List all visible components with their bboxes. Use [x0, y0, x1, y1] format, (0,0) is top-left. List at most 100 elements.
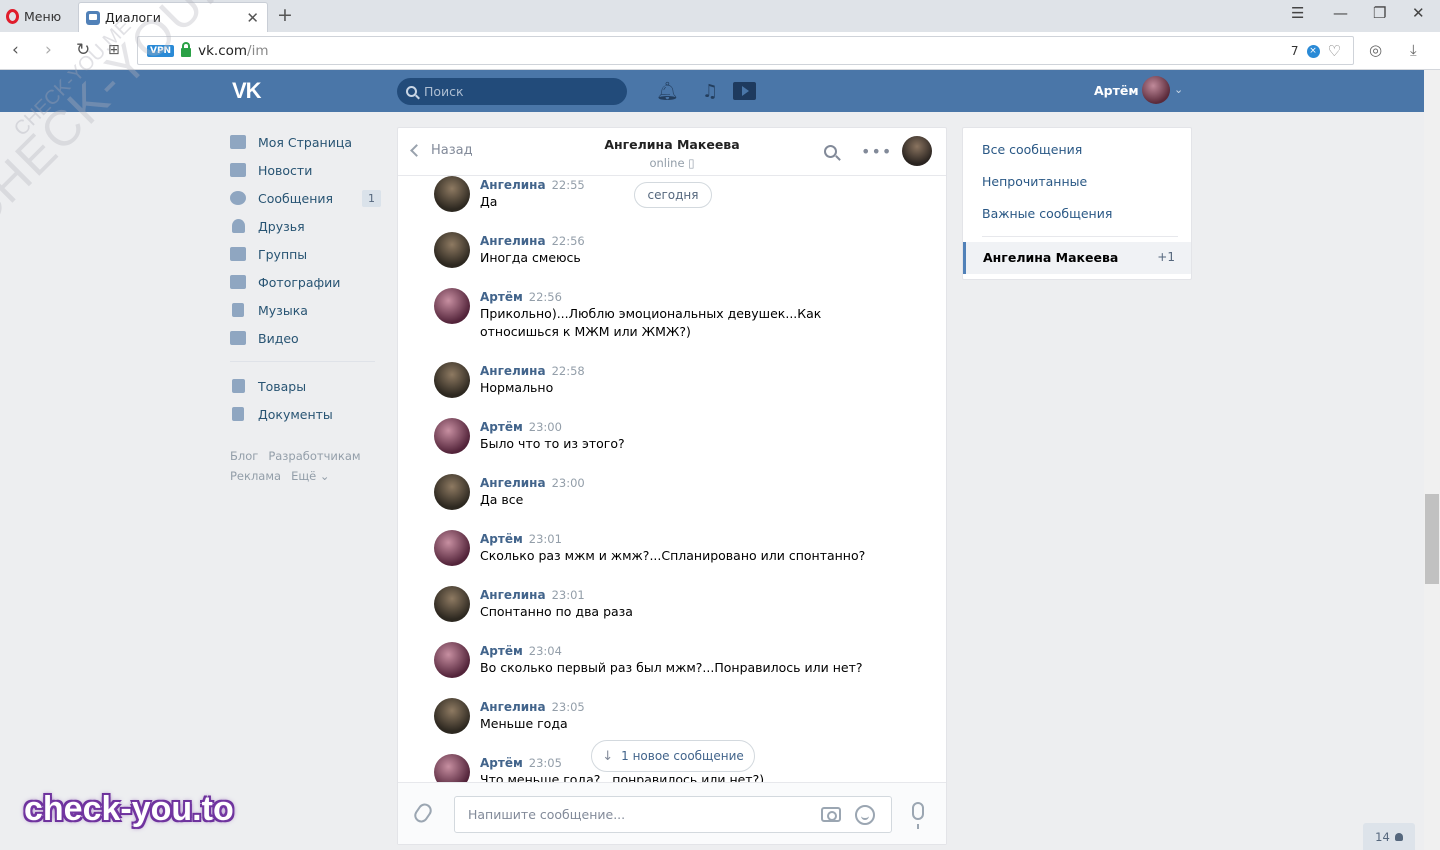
message-history[interactable]: Ангелина 22:55 Да Ангелина 22:56 Иногда смеюс…: [398, 176, 946, 782]
footer-link-blog[interactable]: Блог: [230, 449, 258, 463]
nav-news[interactable]: Новости: [230, 156, 380, 184]
online-friends-counter[interactable]: 14: [1363, 823, 1415, 850]
nav-documents[interactable]: Документы: [230, 400, 380, 428]
search-input[interactable]: [424, 84, 614, 99]
message-avatar[interactable]: [434, 586, 470, 622]
message-author[interactable]: Артём: [480, 420, 523, 434]
message-time[interactable]: 23:04: [529, 644, 562, 658]
message-author[interactable]: Ангелина: [480, 364, 546, 378]
active-dialog-item[interactable]: Ангелина Макеева +1: [963, 242, 1191, 274]
nav-groups[interactable]: Группы: [230, 240, 380, 268]
peer-status-text: online: [649, 156, 685, 170]
message-time[interactable]: 23:01: [529, 532, 562, 546]
message-author[interactable]: Ангелина: [480, 700, 546, 714]
message-avatar[interactable]: [434, 176, 470, 212]
microphone-icon[interactable]: [912, 802, 924, 829]
message-body: Артём 22:56 Прикольно)...Люблю эмоциональн…: [480, 289, 900, 341]
message-time[interactable]: 22:56: [529, 290, 562, 304]
nav-photos[interactable]: Фотографии: [230, 268, 380, 296]
nav-my-page[interactable]: Моя Страница: [230, 128, 380, 156]
chat-search-icon[interactable]: [824, 145, 837, 158]
message-avatar[interactable]: [434, 232, 470, 268]
footer-link-ads[interactable]: Реклама: [230, 469, 281, 483]
filter-all-messages[interactable]: Все сообщения: [982, 142, 1082, 157]
chevron-down-icon[interactable]: ⌄: [1174, 83, 1183, 96]
scrollbar-thumb[interactable]: [1425, 494, 1439, 584]
nav-messages[interactable]: Сообщения 1: [230, 184, 381, 212]
window-close-icon[interactable]: ✕: [1412, 4, 1425, 22]
header-avatar[interactable]: [1142, 76, 1170, 104]
url-text[interactable]: vk.com/im: [198, 43, 268, 59]
url-host: vk.com: [198, 42, 248, 59]
message-time[interactable]: 22:56: [552, 234, 585, 248]
footer-link-more[interactable]: Ещё ⌄: [291, 469, 329, 483]
snapshot-icon[interactable]: ◎: [1369, 41, 1382, 59]
nav-friends[interactable]: Друзья: [230, 212, 380, 240]
attach-paperclip-icon[interactable]: [411, 800, 435, 826]
url-field[interactable]: VPN vk.com/im 7 × ♡: [137, 36, 1354, 65]
filter-unread[interactable]: Непрочитанные: [982, 174, 1087, 189]
vk-logo[interactable]: VK: [232, 78, 262, 104]
message-text: Да все: [480, 492, 524, 507]
message-time[interactable]: 23:05: [529, 756, 562, 770]
new-message-button[interactable]: ↓ 1 новое сообщение: [591, 740, 755, 772]
message-author[interactable]: Артём: [480, 644, 523, 658]
peer-avatar[interactable]: [902, 136, 932, 166]
restore-icon[interactable]: ❐: [1373, 4, 1386, 22]
tab-menu-icon[interactable]: ☰: [1291, 4, 1304, 22]
opera-menu-button[interactable]: Меню: [6, 6, 61, 26]
message-time[interactable]: 22:55: [552, 178, 585, 192]
emoji-icon[interactable]: [855, 805, 875, 825]
adblock-icon[interactable]: ×: [1306, 44, 1320, 58]
arrow-down-icon: ↓: [602, 748, 614, 764]
message-input-box[interactable]: [454, 796, 892, 833]
groups-icon: [230, 247, 246, 261]
message-author[interactable]: Ангелина: [480, 588, 546, 602]
message-avatar[interactable]: [434, 474, 470, 510]
message-author[interactable]: Артём: [480, 290, 523, 304]
message-time[interactable]: 23:00: [552, 476, 585, 490]
news-icon: [230, 163, 246, 177]
heart-icon[interactable]: ♡: [1328, 42, 1341, 60]
nav-video[interactable]: Видео: [230, 324, 380, 352]
new-tab-button[interactable]: +: [277, 4, 293, 26]
message-time[interactable]: 23:00: [529, 420, 562, 434]
video-play-icon[interactable]: [733, 82, 756, 100]
download-icon[interactable]: ⤓: [1410, 41, 1417, 59]
search-box[interactable]: [397, 78, 627, 105]
header-user-name[interactable]: Артём: [1094, 83, 1139, 98]
tab-close-icon[interactable]: ✕: [246, 9, 259, 27]
message-time[interactable]: 23:05: [552, 700, 585, 714]
message-avatar[interactable]: [434, 288, 470, 324]
camera-icon[interactable]: [821, 807, 841, 822]
back-icon[interactable]: ‹: [12, 40, 19, 60]
message-avatar[interactable]: [434, 418, 470, 454]
message-avatar[interactable]: [434, 698, 470, 734]
message-avatar[interactable]: [434, 362, 470, 398]
footer-link-developers[interactable]: Разработчикам: [268, 449, 360, 463]
message-text: Меньше года: [480, 716, 568, 731]
nav-market[interactable]: Товары: [230, 372, 380, 400]
more-actions-icon[interactable]: •••: [861, 142, 892, 161]
message-author[interactable]: Ангелина: [480, 476, 546, 490]
video-icon: [230, 331, 246, 345]
message-author[interactable]: Ангелина: [480, 234, 546, 248]
message-time[interactable]: 23:01: [552, 588, 585, 602]
left-navigation: Моя Страница Новости Сообщения 1 Друзья Г…: [230, 128, 381, 486]
message-time[interactable]: 22:58: [552, 364, 585, 378]
filter-important[interactable]: Важные сообщения: [982, 206, 1112, 221]
message-input[interactable]: [468, 807, 798, 822]
message-author[interactable]: Артём: [480, 532, 523, 546]
bell-icon[interactable]: 🔔︎: [656, 81, 679, 102]
nav-music[interactable]: Музыка: [230, 296, 380, 324]
nav-label: Группы: [258, 246, 308, 262]
message-author[interactable]: Ангелина: [480, 178, 546, 192]
music-note-icon[interactable]: ♫: [702, 81, 718, 102]
minimize-icon[interactable]: —: [1333, 4, 1348, 22]
message-avatar[interactable]: [434, 642, 470, 678]
message-author[interactable]: Артём: [480, 756, 523, 770]
message-avatar[interactable]: [434, 530, 470, 566]
page-scrollbar[interactable]: [1424, 70, 1440, 850]
forward-icon[interactable]: ›: [45, 40, 52, 60]
message-avatar[interactable]: [434, 754, 470, 782]
